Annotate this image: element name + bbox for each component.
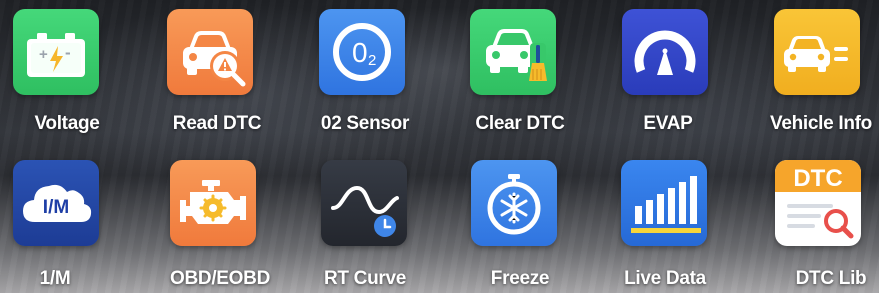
app-label: DTC Lib [795, 268, 867, 289]
app-label: Voltage [34, 113, 100, 134]
rt-curve-icon [321, 160, 407, 246]
im-icon-text: I/M [43, 197, 69, 218]
battery-icon: + - [13, 9, 99, 95]
o2-text: 0 [352, 37, 368, 68]
app-label: 02 Sensor [320, 113, 410, 134]
o2-sensor-icon: 0 2 [319, 9, 405, 95]
app-label: Live Data [624, 268, 706, 289]
vehicle-info-icon [774, 9, 860, 95]
car-broom-icon [470, 9, 556, 95]
dtc-library-icon: DTC [775, 160, 861, 246]
svg-text:+: + [39, 46, 48, 63]
im-cloud-icon: I/M [13, 160, 99, 246]
bar-chart-icon [621, 160, 707, 246]
dtc-icon-text: DTC [793, 165, 842, 192]
o2-subscript: 2 [368, 52, 376, 69]
freeze-timer-icon [471, 160, 557, 246]
evap-gauge-icon [622, 9, 708, 95]
app-label: 1/M [39, 268, 71, 289]
app-label: Read DTC [172, 113, 262, 134]
app-label: Vehicle Info [770, 113, 872, 134]
svg-text:-: - [65, 43, 71, 62]
app-label: RT Curve [323, 268, 407, 289]
car-search-icon [167, 9, 253, 95]
app-label: EVAP [643, 113, 693, 134]
app-label: Clear DTC [475, 113, 565, 134]
dashboard-background [0, 0, 879, 293]
engine-icon [170, 160, 256, 246]
